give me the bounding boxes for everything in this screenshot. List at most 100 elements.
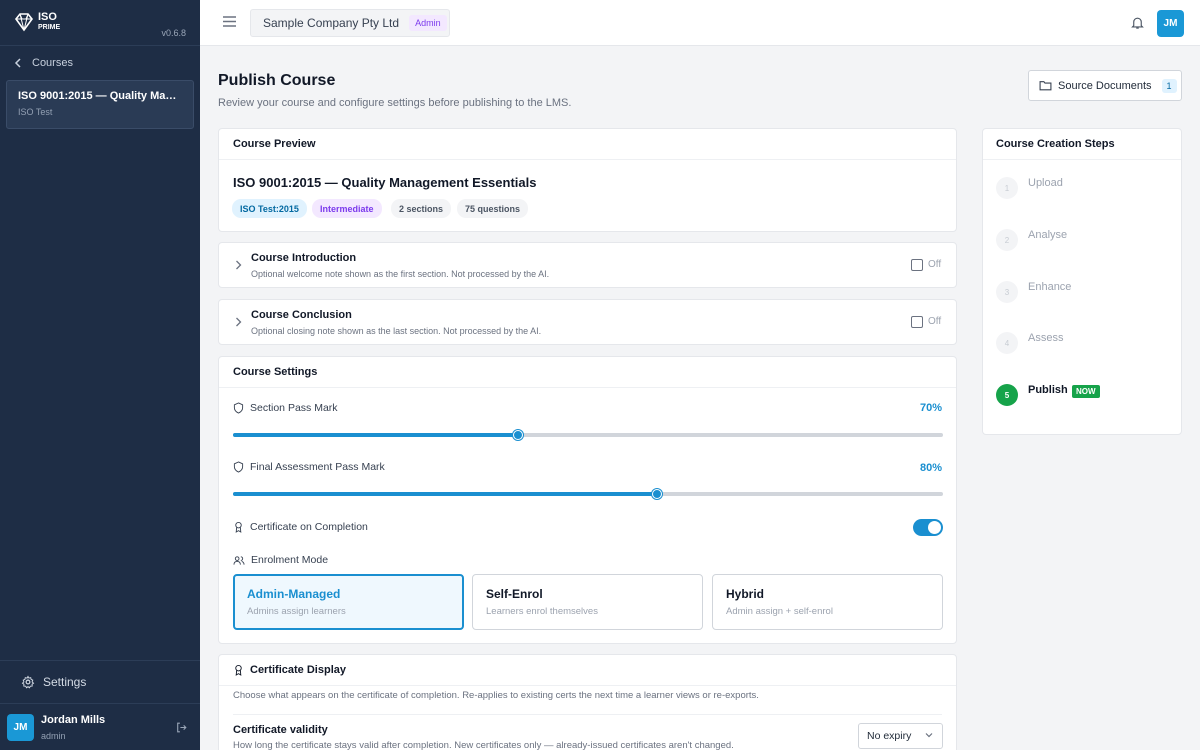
enrolment-mode-label: Enrolment Mode [251, 554, 329, 566]
role-badge: Admin [409, 15, 447, 31]
course-settings-card: Course Settings Section Pass Mark 70% Fi… [218, 356, 957, 644]
user-bar: JM Jordan Mills admin [0, 703, 200, 750]
slider-handle[interactable] [651, 489, 662, 499]
section-pass-mark-slider[interactable] [233, 430, 943, 440]
steps-heading: Course Creation Steps [983, 129, 1181, 160]
introduction-description: Optional welcome note shown as the first… [251, 269, 550, 279]
chevron-right-icon [236, 260, 242, 270]
diamond-icon [14, 13, 34, 32]
certificate-toggle[interactable] [913, 519, 943, 536]
user-name: Jordan Mills [41, 714, 106, 726]
final-pass-mark-value: 80% [919, 462, 942, 474]
step-number: 4 [996, 332, 1018, 354]
divider [233, 714, 942, 715]
slider-handle[interactable] [513, 430, 524, 440]
user-avatar[interactable]: JM [7, 714, 34, 741]
step-analyse[interactable]: 2 Analyse [996, 229, 1176, 253]
step-enhance[interactable]: 3 Enhance [996, 281, 1176, 305]
certificate-display-header: Certificate Display [219, 655, 956, 686]
course-introduction-panel[interactable]: Course Introduction Optional welcome not… [218, 242, 957, 288]
menu-icon[interactable] [223, 16, 236, 27]
enrolment-option-self-enrol[interactable]: Self-Enrol Learners enrol themselves [472, 574, 703, 630]
version-label: v0.6.8 [161, 28, 186, 38]
settings-link[interactable]: Settings [0, 660, 200, 702]
step-label: Assess [1028, 332, 1064, 344]
bell-icon[interactable] [1130, 15, 1145, 30]
certificate-validity-label: Certificate validity [233, 724, 328, 736]
certificate-display-heading: Certificate Display [250, 664, 346, 676]
conclusion-state: Off [928, 316, 942, 327]
settings-label: Settings [43, 674, 87, 689]
slider-fill [233, 433, 519, 437]
conclusion-description: Optional closing note shown as the last … [251, 326, 542, 336]
sidebar-course-item[interactable]: ISO 9001:2015 — Quality Manag... ISO Tes… [6, 80, 194, 129]
step-number: 1 [996, 177, 1018, 199]
source-documents-label: Source Documents [1058, 79, 1152, 92]
introduction-state: Off [928, 259, 942, 270]
tag-level: Intermediate [312, 199, 382, 218]
source-documents-button[interactable]: Source Documents 1 [1028, 70, 1182, 101]
conclusion-checkbox[interactable] [911, 316, 923, 328]
section-pass-mark-value: 70% [919, 402, 942, 414]
step-number: 2 [996, 229, 1018, 251]
back-link-label: Courses [32, 57, 73, 69]
users-icon [233, 555, 245, 565]
sidebar-course-subtitle: ISO Test [18, 107, 53, 117]
course-title: ISO 9001:2015 — Quality Management Essen… [233, 175, 537, 190]
enrolment-option-admin-managed[interactable]: Admin-Managed Admins assign learners [233, 574, 464, 630]
certificate-display-description: Choose what appears on the certificate o… [233, 690, 759, 701]
course-settings-heading: Course Settings [219, 357, 956, 388]
step-number: 5 [996, 384, 1018, 406]
company-switcher[interactable]: Sample Company Pty Ltd Admin [250, 9, 450, 37]
step-upload[interactable]: 1 Upload [996, 177, 1176, 201]
tag-standard: ISO Test:2015 [232, 199, 307, 218]
logo[interactable]: ISO PRIME [13, 11, 60, 33]
page-title: Publish Course [218, 72, 336, 89]
introduction-checkbox[interactable] [911, 259, 923, 271]
shield-icon [233, 461, 244, 473]
user-role: admin [41, 731, 66, 741]
step-label: Publish [1028, 384, 1068, 396]
sidebar-course-title: ISO 9001:2015 — Quality Manag... [18, 90, 182, 102]
tag-sections: 2 sections [391, 199, 452, 218]
certificate-display-card: Certificate Display Choose what appears … [218, 654, 957, 750]
logo-line-1: ISO [38, 10, 57, 23]
sidebar: ISO PRIME v0.6.8 Courses ISO 9001:2015 —… [0, 0, 200, 750]
slider-fill [233, 492, 657, 496]
step-publish[interactable]: 5 Publish NOW [996, 384, 1176, 408]
step-label: Enhance [1028, 281, 1072, 293]
final-pass-mark-slider[interactable] [233, 489, 943, 499]
final-pass-mark-row: Final Assessment Pass Mark [233, 461, 385, 473]
certificate-validity-description: How long the certificate stays valid aft… [233, 740, 734, 750]
company-name: Sample Company Pty Ltd [263, 16, 400, 30]
logout-icon[interactable] [175, 721, 188, 734]
step-label: Upload [1028, 177, 1063, 189]
introduction-title: Course Introduction [251, 252, 357, 264]
course-conclusion-panel[interactable]: Course Conclusion Optional closing note … [218, 299, 957, 345]
award-icon [235, 521, 242, 533]
section-pass-mark-row: Section Pass Mark [233, 402, 338, 414]
option-title: Admin-Managed [247, 587, 341, 601]
back-to-courses-link[interactable]: Courses [14, 57, 73, 69]
course-preview-heading: Course Preview [219, 129, 956, 160]
chevron-right-icon [236, 317, 242, 327]
option-title: Self-Enrol [486, 587, 543, 601]
gear-icon [21, 675, 35, 688]
certificate-validity-value: No expiry [867, 730, 912, 742]
chevron-down-icon [925, 733, 933, 738]
shield-icon [233, 402, 244, 414]
page-subtitle: Review your course and configure setting… [218, 97, 572, 109]
section-pass-mark-label: Section Pass Mark [250, 402, 338, 414]
option-description: Admins assign learners [247, 606, 346, 617]
award-icon [235, 664, 242, 676]
brand-bar: ISO PRIME v0.6.8 [0, 0, 200, 46]
step-assess[interactable]: 4 Assess [996, 332, 1176, 356]
certificate-validity-select[interactable]: No expiry [858, 723, 943, 749]
enrolment-option-hybrid[interactable]: Hybrid Admin assign + self-enrol [712, 574, 943, 630]
option-description: Admin assign + self-enrol [726, 606, 833, 617]
top-avatar[interactable]: JM [1157, 10, 1184, 37]
top-bar: Sample Company Pty Ltd Admin JM [200, 0, 1200, 46]
option-description: Learners enrol themselves [486, 606, 598, 617]
tag-questions: 75 questions [457, 199, 529, 218]
logo-text: ISO PRIME [38, 10, 60, 32]
